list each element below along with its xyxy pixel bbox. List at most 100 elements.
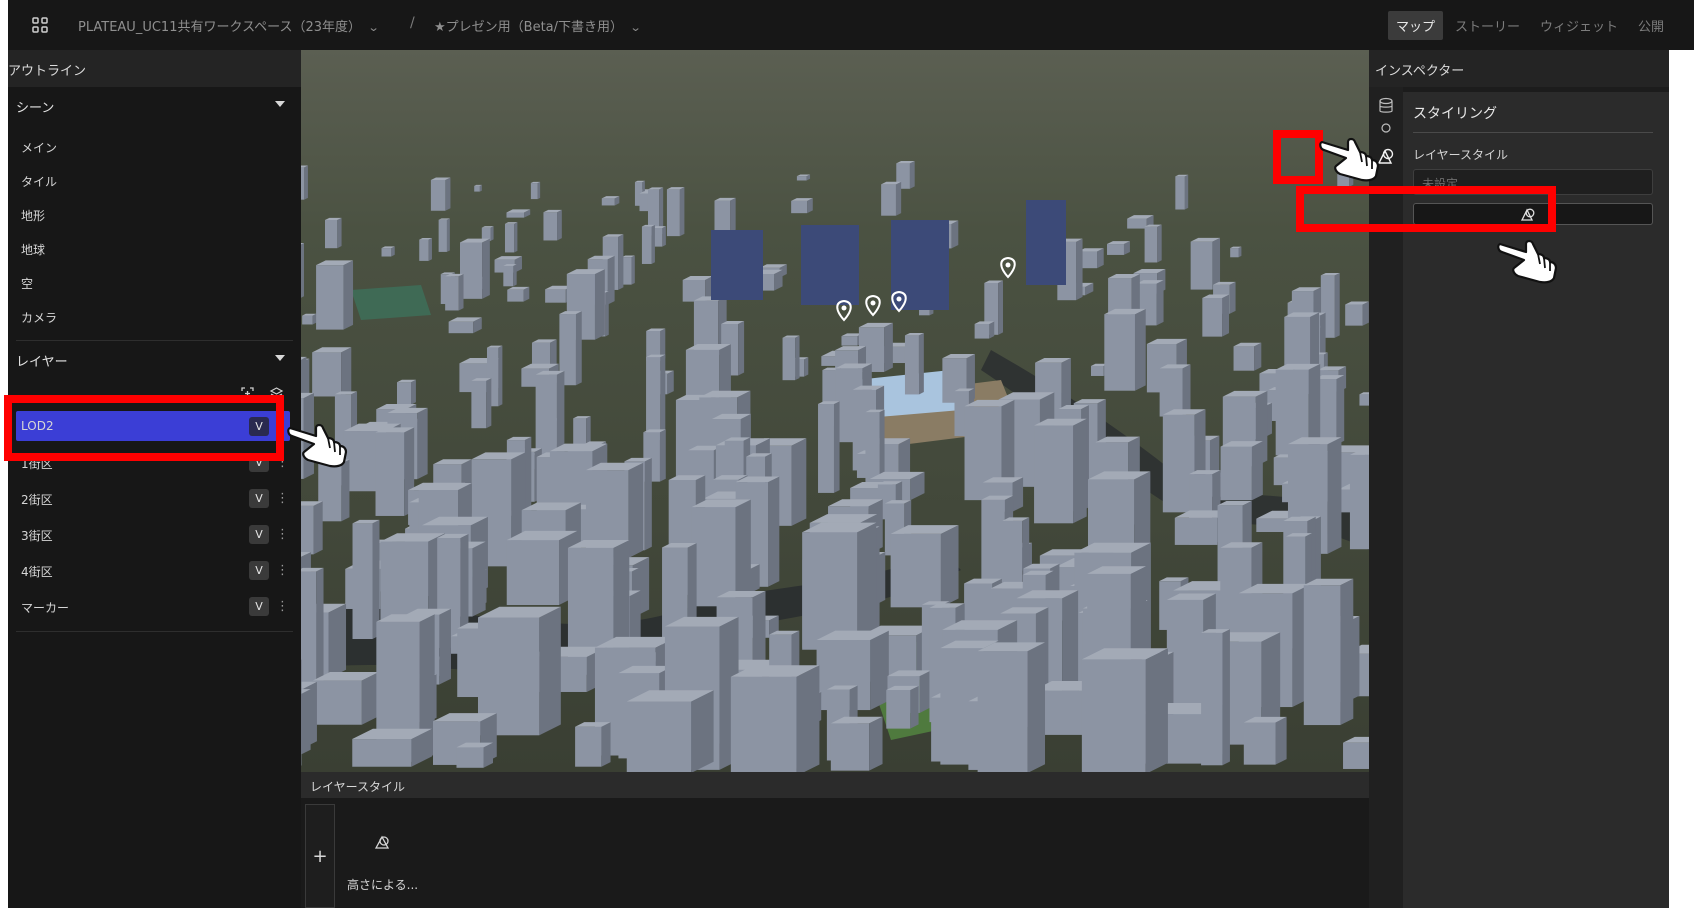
building-shape <box>471 380 487 429</box>
scene-item-globe[interactable]: 地球 <box>21 241 45 258</box>
building-shape <box>1251 441 1263 501</box>
edit-style-button[interactable] <box>1413 203 1653 225</box>
building-shape <box>419 239 429 261</box>
building-shape <box>1184 174 1189 210</box>
tab-widget[interactable]: ウィジェット <box>1532 11 1626 40</box>
building-shape <box>919 670 931 713</box>
building-shape <box>1303 585 1341 726</box>
building-shape <box>662 226 666 247</box>
visibility-toggle[interactable]: V <box>249 597 269 616</box>
map-pin-dot <box>896 296 902 302</box>
building-shape <box>791 200 808 214</box>
building-shape <box>446 218 450 252</box>
building-shape <box>1201 632 1223 766</box>
building-shape <box>1229 281 1236 314</box>
building-shape <box>343 260 354 330</box>
mode-tabs: マップ ストーリー ウィジェット 公開 <box>1387 11 1672 40</box>
project-selector[interactable]: ★プレゼン用（Beta/下書き用） ⌄ <box>434 16 642 35</box>
outline-title: アウトライン <box>8 50 301 87</box>
outline-panel: アウトライン シーン メイン タイル 地形 地球 空 カメラ レイヤー LOD2… <box>8 50 301 908</box>
layers-section-header[interactable]: レイヤー <box>16 351 293 371</box>
building-shape <box>337 217 342 249</box>
more-menu-icon[interactable]: ⋮ <box>276 417 289 436</box>
pointing-hand-icon <box>1497 239 1558 284</box>
tab-map[interactable]: マップ <box>1387 11 1443 40</box>
building-shape <box>507 289 524 302</box>
tab-story[interactable]: ストーリー <box>1447 11 1528 40</box>
more-menu-icon[interactable]: ⋮ <box>276 453 289 472</box>
building-shape <box>1076 238 1083 301</box>
scene-item-main[interactable]: メイン <box>21 139 57 156</box>
visibility-toggle[interactable]: V <box>249 525 269 544</box>
building-shape <box>1243 722 1276 765</box>
building-shape <box>312 352 342 397</box>
layer-row-block4[interactable]: 4街区 V ⋮ <box>16 555 290 585</box>
scene-item-terrain[interactable]: 地形 <box>21 207 45 224</box>
building-shape <box>1275 716 1287 765</box>
more-menu-icon[interactable]: ⋮ <box>276 597 289 616</box>
layer-name: 3街区 <box>21 529 53 543</box>
building-shape <box>998 280 1004 335</box>
style-preset-label[interactable]: 高さによる... <box>347 876 418 893</box>
building-shape <box>472 541 486 617</box>
layer-row-marker[interactable]: マーカー V ⋮ <box>16 591 290 621</box>
dashboard-grid-icon[interactable] <box>30 15 50 35</box>
building-shape <box>890 533 941 608</box>
visibility-toggle[interactable]: V <box>249 561 269 580</box>
building-shape <box>1027 642 1046 772</box>
layer-row-block1[interactable]: 1街区 V ⋮ <box>16 447 290 477</box>
building-shape <box>605 290 609 337</box>
layers-stack-icon[interactable] <box>269 386 284 401</box>
scene-item-sky[interactable]: 空 <box>21 275 33 292</box>
building-shape <box>735 499 751 607</box>
building-shape <box>628 462 644 559</box>
building-shape <box>301 243 305 298</box>
building-shape <box>301 689 311 755</box>
add-layer-icon[interactable] <box>240 386 255 401</box>
building-shape <box>417 407 428 480</box>
add-style-button[interactable]: + <box>305 804 335 908</box>
building-shape <box>767 476 780 587</box>
building-shape <box>1090 366 1104 376</box>
map-viewport[interactable] <box>301 50 1369 772</box>
building-shape <box>486 378 492 429</box>
visibility-toggle[interactable]: V <box>249 417 269 436</box>
style-shapes-icon <box>1520 208 1535 221</box>
layer-style-title: レイヤースタイル <box>301 772 1369 798</box>
building-shape <box>557 209 562 241</box>
building-shape <box>301 167 305 200</box>
more-menu-icon[interactable]: ⋮ <box>276 561 289 580</box>
building-shape <box>474 185 480 192</box>
building-shape <box>506 212 525 218</box>
layer-style-select[interactable]: 未設定 <box>1413 169 1653 195</box>
building-shape <box>391 246 395 257</box>
layer-row-block3[interactable]: 3街区 V ⋮ <box>16 519 290 549</box>
building-shape <box>514 222 518 253</box>
layer-row-block2[interactable]: 2街区 V ⋮ <box>16 483 290 513</box>
building-shape <box>1081 659 1146 772</box>
more-menu-icon[interactable]: ⋮ <box>276 525 289 544</box>
building-shape <box>411 379 416 405</box>
style-shapes-icon[interactable] <box>373 833 391 851</box>
building-shape <box>1362 301 1369 326</box>
visibility-toggle[interactable]: V <box>249 489 269 508</box>
layer-style-label: レイヤースタイル <box>1413 148 1509 162</box>
building-shape <box>1073 418 1087 524</box>
building-shape <box>989 321 995 339</box>
scene-item-camera[interactable]: カメラ <box>21 309 57 326</box>
scene-section-header[interactable]: シーン <box>16 97 293 117</box>
tab-publish[interactable]: 公開 <box>1630 11 1672 40</box>
building-shape <box>341 347 352 397</box>
building-shape <box>804 357 809 377</box>
building-shape <box>438 219 447 252</box>
workspace-selector[interactable]: PLATEAU_UC11共有ワークスペース（23年度） ⌄ <box>78 16 380 35</box>
more-menu-icon[interactable]: ⋮ <box>276 489 289 508</box>
visibility-toggle[interactable]: V <box>249 453 269 472</box>
scene-item-tiles[interactable]: タイル <box>21 173 57 190</box>
building-shape <box>1254 342 1262 371</box>
building-shape <box>714 200 731 233</box>
layer-row-lod2[interactable]: LOD2 V ⋮ <box>16 411 290 441</box>
building-shape <box>974 323 990 339</box>
section-divider <box>16 340 293 341</box>
database-icon[interactable] <box>1377 97 1395 115</box>
